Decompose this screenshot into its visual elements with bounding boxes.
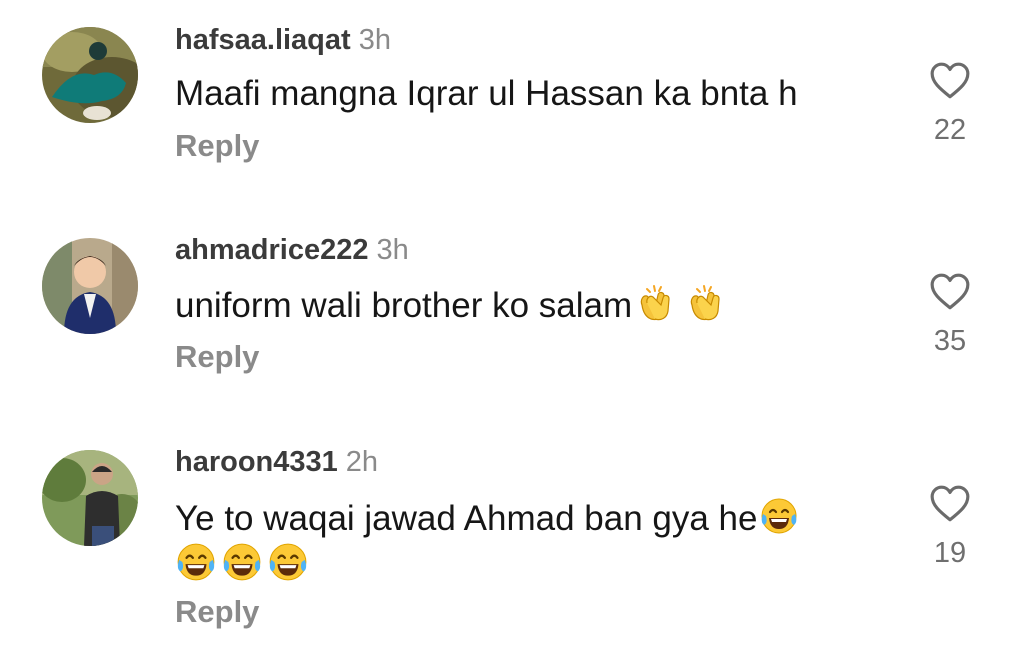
comment-header: haroon4331 2h (175, 442, 378, 482)
username[interactable]: hafsaa.liaqat (175, 24, 351, 56)
like-count: 35 (933, 325, 967, 357)
comment-list: hafsaa.liaqat 3h Maafi mangna Iqrar ul Ha… (0, 0, 1024, 669)
tears-of-joy-icon (759, 496, 799, 536)
comment-text-body: Ye to waqai jawad Ahmad ban gya he (175, 499, 758, 538)
timestamp: 3h (376, 234, 409, 266)
comment-item: ahmadrice222 3h uniform wali brother ko s… (0, 210, 1024, 410)
comment-item: hafsaa.liaqat 3h Maafi mangna Iqrar ul Ha… (0, 0, 1024, 190)
comment-text: uniform wali brother ko salam (175, 283, 895, 328)
like-control: 35 (920, 271, 980, 357)
tears-of-joy-icon (221, 541, 263, 583)
reply-button[interactable]: Reply (175, 592, 259, 632)
timestamp: 2h (345, 446, 379, 478)
reply-button[interactable]: Reply (175, 126, 259, 166)
tears-of-joy-icon (175, 541, 217, 583)
avatar[interactable] (42, 27, 138, 123)
like-count: 19 (933, 537, 967, 569)
tears-of-joy-icon (267, 541, 309, 583)
heart-icon[interactable] (929, 271, 971, 313)
heart-icon[interactable] (929, 60, 971, 102)
like-control: 22 (920, 60, 980, 146)
clapping-hands-icon (684, 283, 724, 323)
timestamp: 3h (358, 24, 391, 56)
avatar[interactable] (42, 450, 138, 546)
comment-header: ahmadrice222 3h (175, 230, 409, 270)
username[interactable]: ahmadrice222 (175, 234, 368, 266)
like-control: 19 (920, 483, 980, 569)
comment-text-body: Maafi mangna Iqrar ul Hassan ka bnta h (175, 74, 798, 113)
heart-icon[interactable] (929, 483, 971, 525)
comment-text: Ye to waqai jawad Ahmad ban gya he (175, 496, 895, 588)
username[interactable]: haroon4331 (175, 446, 338, 478)
avatar[interactable] (42, 238, 138, 334)
avatar-image (42, 27, 138, 123)
clapping-hands-icon (634, 283, 674, 323)
comment-text: Maafi mangna Iqrar ul Hassan ka bnta h (175, 72, 895, 116)
comment-header: hafsaa.liaqat 3h (175, 20, 391, 60)
comment-item: haroon4331 2h Ye to waqai jawad Ahmad ban… (0, 422, 1024, 662)
comment-text-body: uniform wali brother ko salam (175, 286, 633, 325)
avatar-image (42, 238, 138, 334)
reply-button[interactable]: Reply (175, 337, 259, 377)
avatar-image (42, 450, 138, 546)
like-count: 22 (933, 114, 967, 146)
